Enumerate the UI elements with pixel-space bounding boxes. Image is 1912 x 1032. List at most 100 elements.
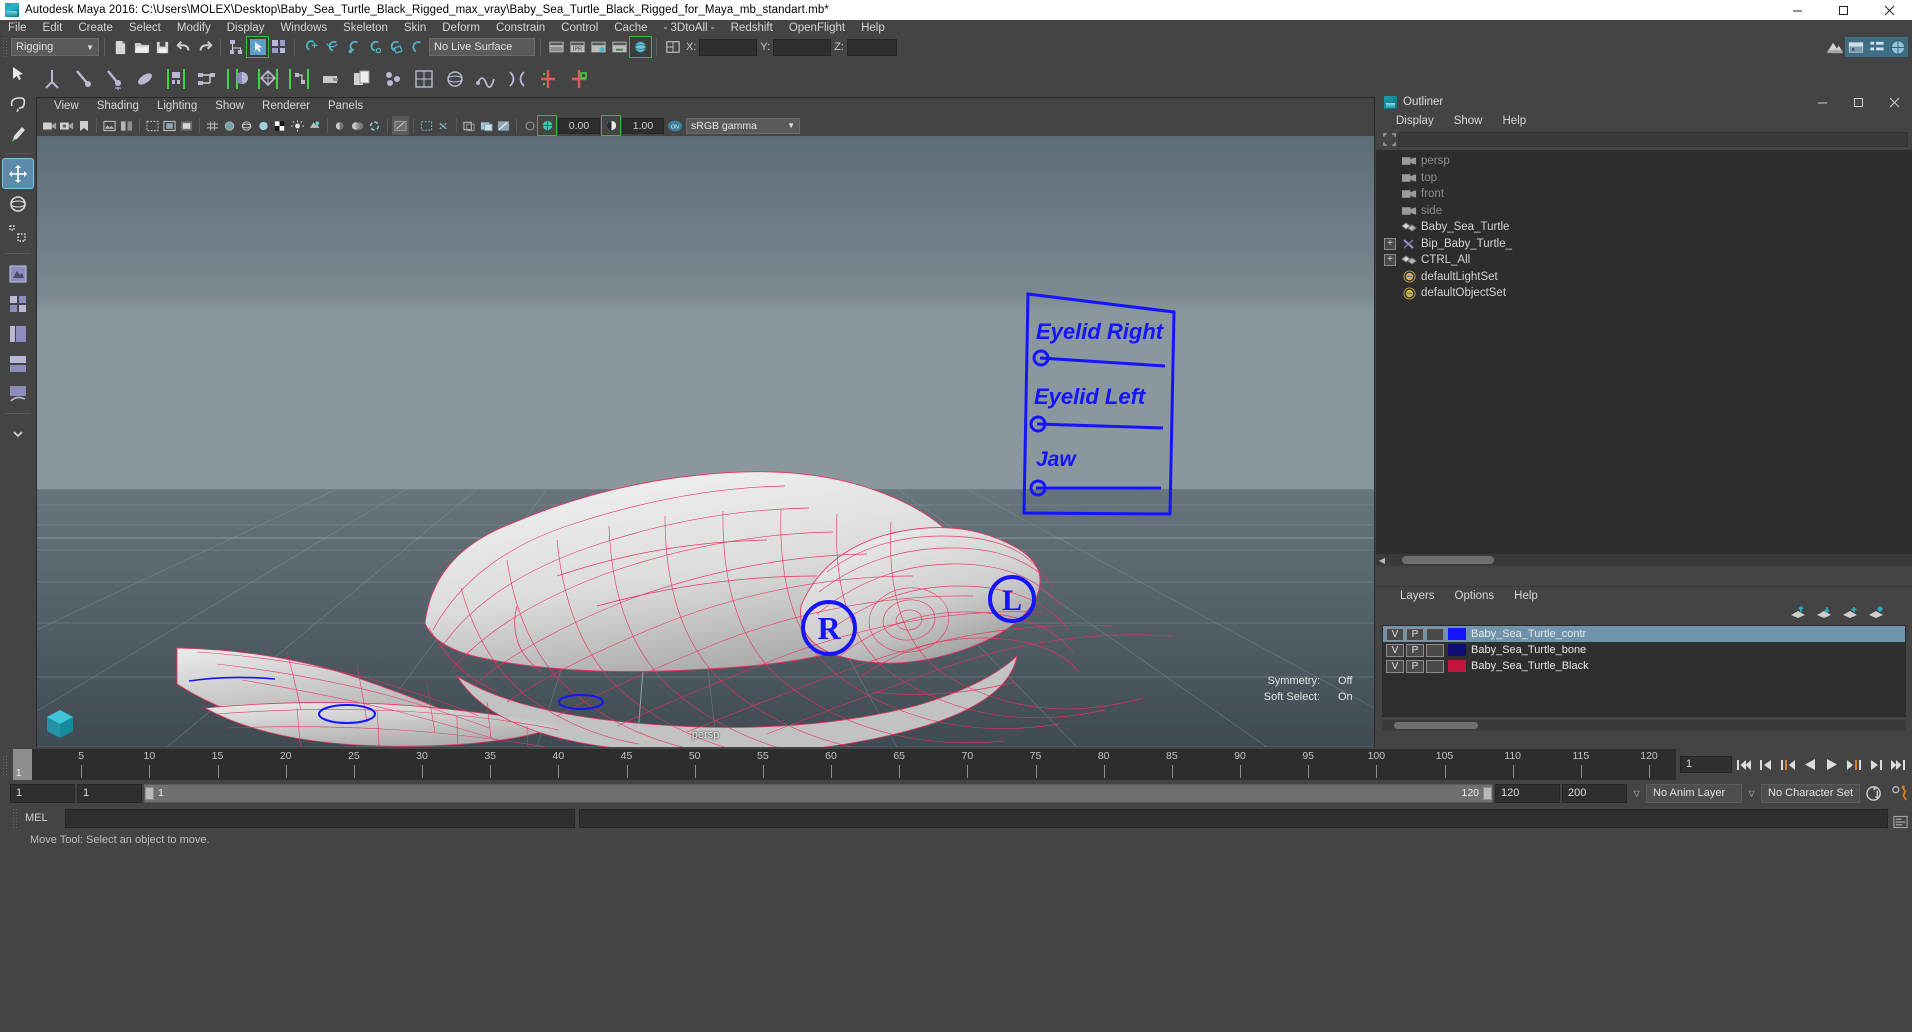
new-layer-icon[interactable] <box>1842 606 1858 624</box>
wireframe-shading-icon[interactable] <box>238 116 255 135</box>
layer-visibility-toggle[interactable]: V <box>1386 659 1404 673</box>
view-transform-icon[interactable] <box>461 116 478 135</box>
menu-cache[interactable]: Cache <box>606 20 655 36</box>
select-camera-icon[interactable] <box>41 116 58 135</box>
layer-list[interactable]: V P Baby_Sea_Turtle_contr V P Baby_Sea_T… <box>1382 625 1906 717</box>
resolution-gate-icon[interactable] <box>144 116 161 135</box>
xray-joints-icon[interactable] <box>418 116 435 135</box>
timeslider-grip[interactable] <box>2 754 9 775</box>
render-region-icon[interactable] <box>609 37 630 57</box>
gamma-field[interactable]: 1.00 <box>622 117 664 134</box>
snap-to-grid-icon[interactable] <box>300 37 321 57</box>
coord-x-field[interactable] <box>699 38 758 56</box>
screen-space-ao-icon[interactable] <box>349 116 366 135</box>
render-current-frame-icon[interactable] <box>546 37 567 57</box>
range-slider[interactable]: 1 120 <box>144 783 1494 803</box>
menu-skin[interactable]: Skin <box>396 20 434 36</box>
outliner-menu-help[interactable]: Help <box>1493 115 1537 127</box>
play-forwards-icon[interactable] <box>1821 754 1842 776</box>
viewport-3d-canvas[interactable]: R L Eyelid Right Eyelid Left Jaw persp S… <box>37 136 1374 747</box>
outliner-item-defaultobjectset[interactable]: defaultObjectSet <box>1376 285 1912 302</box>
lights-default-icon[interactable] <box>289 116 306 135</box>
smooth-shade-all-icon[interactable] <box>255 116 272 135</box>
step-forward-key-icon[interactable] <box>1843 754 1864 776</box>
make-live-icon[interactable] <box>405 37 426 57</box>
menu-deform[interactable]: Deform <box>434 20 488 36</box>
quick-rig-icon[interactable] <box>161 63 190 94</box>
layer-row[interactable]: V P Baby_Sea_Turtle_Black <box>1383 658 1905 674</box>
isolate-select-icon[interactable] <box>392 116 409 135</box>
blend-shape-icon[interactable] <box>471 63 500 94</box>
layer-state-toggle[interactable] <box>1426 627 1444 641</box>
command-input[interactable] <box>65 808 575 828</box>
coord-z-field[interactable] <box>846 38 897 56</box>
shadows-icon[interactable] <box>332 116 349 135</box>
paint-select-tool[interactable] <box>3 119 33 148</box>
layer-playback-toggle[interactable]: P <box>1406 627 1424 641</box>
image-plane-icon[interactable] <box>101 116 118 135</box>
layer-playback-toggle[interactable]: P <box>1406 659 1424 673</box>
layer-menu-options[interactable]: Options <box>1445 590 1505 602</box>
menu-redshift[interactable]: Redshift <box>723 20 781 36</box>
menu-set-selector[interactable]: Rigging ▼ <box>11 38 99 56</box>
snap-to-point-icon[interactable] <box>342 37 363 57</box>
range-start-handle[interactable] <box>145 786 154 800</box>
interactive-bind-icon[interactable] <box>254 63 283 94</box>
outliner-search-input[interactable] <box>1398 131 1908 147</box>
show-hide-editors-icon[interactable] <box>1824 37 1845 57</box>
menu-3dtoall[interactable]: - 3DtoAll - <box>656 20 723 36</box>
open-editor-icon[interactable] <box>662 37 683 57</box>
outliner-item-persp[interactable]: persp <box>1376 153 1912 170</box>
human-ik-icon[interactable] <box>192 63 221 94</box>
viewport-menu-lighting[interactable]: Lighting <box>148 98 206 115</box>
outliner-menu-show[interactable]: Show <box>1444 115 1493 127</box>
ik-spline-handle-icon[interactable] <box>99 63 128 94</box>
mirror-skin-weights-icon[interactable] <box>316 63 345 94</box>
minimize-button[interactable] <box>1774 0 1820 20</box>
close-button[interactable] <box>1866 0 1912 20</box>
gate-mask-icon[interactable] <box>178 116 195 135</box>
layer-state-toggle[interactable] <box>1426 643 1444 657</box>
outliner-filter-icon[interactable] <box>1380 131 1398 147</box>
layer-playback-toggle[interactable]: P <box>1406 643 1424 657</box>
layer-menu-help[interactable]: Help <box>1504 590 1548 602</box>
bind-skin-icon[interactable] <box>223 63 252 94</box>
layer-color-swatch[interactable] <box>1448 660 1466 672</box>
menu-skeleton[interactable]: Skeleton <box>335 20 396 36</box>
xray-toggle-icon[interactable] <box>221 116 238 135</box>
command-line-grip[interactable] <box>12 808 19 828</box>
viewport-menu-show[interactable]: Show <box>206 98 253 115</box>
lattice-icon[interactable] <box>409 63 438 94</box>
outliner-item-defaultlightset[interactable]: defaultLightSet <box>1376 269 1912 286</box>
copy-skin-weights-icon[interactable] <box>347 63 376 94</box>
play-backwards-icon[interactable] <box>1799 754 1820 776</box>
go-to-start-icon[interactable] <box>1733 754 1754 776</box>
camera-attributes-icon[interactable] <box>58 116 75 135</box>
go-to-end-icon[interactable] <box>1887 754 1908 776</box>
scrollbar-thumb[interactable] <box>1394 722 1478 729</box>
auto-keyframe-icon[interactable] <box>1862 782 1886 804</box>
bookmarks-icon[interactable] <box>75 116 92 135</box>
ik-handle-tool-icon[interactable] <box>68 63 97 94</box>
viewport-menu-panels[interactable]: Panels <box>319 98 372 115</box>
xray-active-components-icon[interactable] <box>435 116 452 135</box>
two-pane-icon[interactable] <box>118 116 135 135</box>
single-pane-layout[interactable] <box>3 259 33 288</box>
wrap-icon[interactable] <box>440 63 469 94</box>
step-back-frame-icon[interactable] <box>1755 754 1776 776</box>
redo-icon[interactable] <box>194 37 215 57</box>
menu-windows[interactable]: Windows <box>272 20 335 36</box>
range-end-handle[interactable] <box>1483 786 1493 800</box>
snap-to-view-plane-icon[interactable] <box>384 37 405 57</box>
menu-display[interactable]: Display <box>219 20 273 36</box>
animation-preferences-icon[interactable] <box>1888 782 1912 804</box>
maximize-button[interactable] <box>1820 0 1866 20</box>
lights-all-icon[interactable] <box>306 116 323 135</box>
insert-joint-tool-icon[interactable] <box>130 63 159 94</box>
layer-visibility-toggle[interactable]: V <box>1386 627 1404 641</box>
color-management-toggle-icon[interactable]: ON <box>666 116 683 135</box>
menu-create[interactable]: Create <box>70 20 121 36</box>
layer-horizontal-scrollbar[interactable] <box>1382 720 1906 731</box>
script-editor-icon[interactable] <box>1890 813 1910 831</box>
outliner-close-button[interactable] <box>1876 92 1912 112</box>
